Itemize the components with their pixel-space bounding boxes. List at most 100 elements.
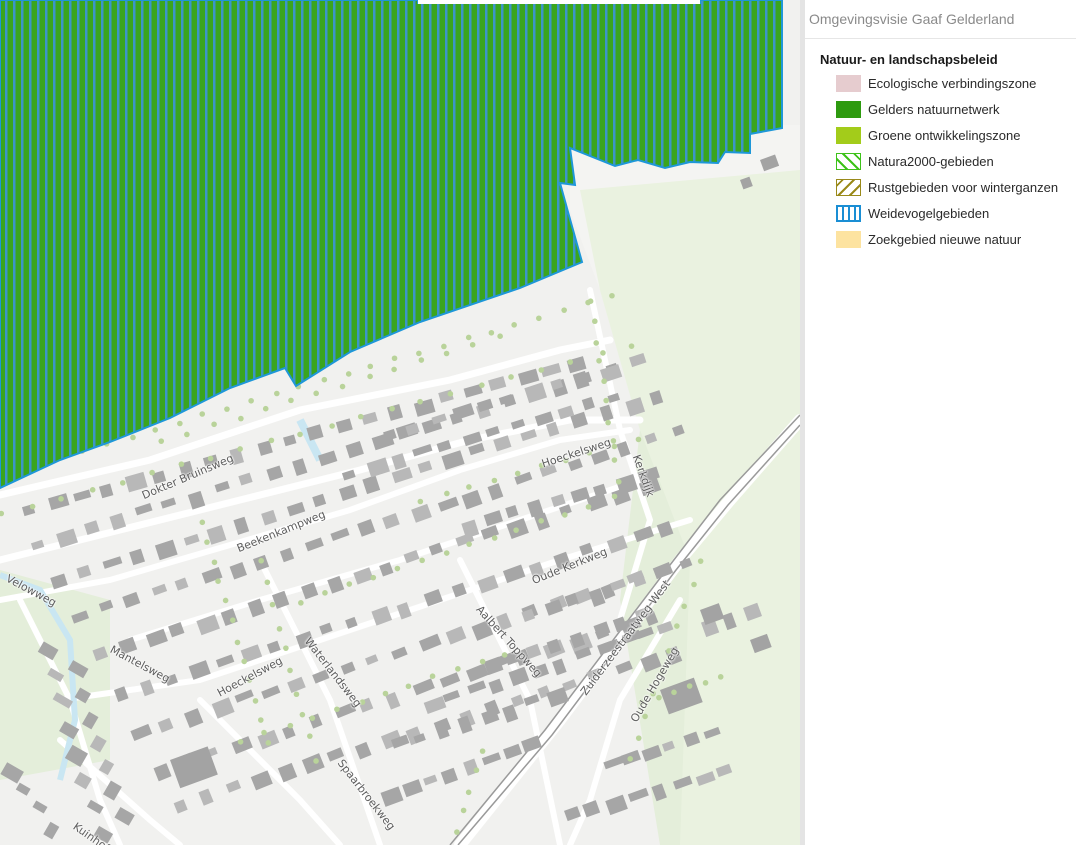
tree [702,680,709,686]
tree [334,706,340,713]
tree [211,421,217,428]
tree [417,498,424,505]
tree [261,729,267,736]
tree [321,376,328,383]
legend-item-weidevogelgebieden: Weidevogelgebieden [836,203,989,223]
tree [656,694,662,701]
tree [307,733,313,739]
tree [497,333,503,339]
panel-separator [805,38,1076,39]
tree [454,829,460,835]
weidevogelgebieden-swatch-icon [836,204,861,222]
tree [264,579,271,586]
tree [567,359,574,365]
tree [418,357,425,363]
tree [717,674,724,680]
tree [609,292,615,299]
panel-title: Omgevingsvisie Gaaf Gelderland [809,11,1015,27]
tree [238,415,244,422]
tree [204,539,210,545]
tree [184,431,190,438]
tree [536,315,542,322]
tree [538,367,545,373]
legend-label: Ecologische verbindingszone [868,75,1037,91]
tree [603,397,609,404]
tree [479,382,485,388]
tree [488,329,495,336]
tree [671,689,677,696]
tree [313,758,319,764]
tree [288,397,294,404]
legend-label: Rustgebieden voor winterganzen [868,179,1059,195]
legend-item-ecologische-verbindingszone: Ecologische verbindingszone [836,73,1036,93]
rustgebieden-swatch-icon [836,178,861,196]
tree [473,767,480,773]
tree [357,413,364,420]
tree [382,690,389,697]
tree [329,423,335,429]
natura2000-swatch-icon [836,152,861,170]
tree [615,479,622,485]
tree [405,683,412,690]
tree [635,436,642,443]
tree [276,626,283,632]
tree [441,343,447,350]
tree [252,698,259,704]
tree [293,691,300,698]
tree [501,652,508,658]
tree [152,427,159,433]
tree [538,517,544,524]
tree [513,527,519,533]
tree [479,748,486,754]
legend-item-natura2000: Natura2000-gebieden [836,151,994,171]
tree [491,535,498,541]
tree [628,343,635,349]
top-gap [418,0,700,4]
tree [561,307,567,313]
map-canvas[interactable] [0,0,800,845]
tree [600,350,606,356]
tree [429,673,436,679]
tree [322,590,328,596]
tree [339,383,346,390]
tree [562,512,568,518]
legend-label: Gelders natuurnetwerk [868,101,1000,117]
tree [345,371,352,377]
tree [262,405,269,412]
tree [297,431,303,438]
tree [674,623,680,629]
tree [389,405,395,412]
tree [269,601,276,608]
tree [479,658,486,665]
tree [274,390,280,397]
zoekgebied-swatch-icon [836,230,861,248]
tree [443,350,450,357]
tree [370,574,377,581]
tree [391,366,397,373]
tree [686,683,693,689]
tree [268,437,275,444]
tree [465,334,472,341]
tree [241,658,248,665]
tree [119,480,126,486]
tree [511,322,517,328]
tree [691,581,697,588]
tree [514,470,521,477]
tree [447,391,454,397]
tree [585,504,592,510]
tree [229,617,236,623]
tree [258,717,264,723]
tree [346,581,353,587]
legend-item-zoekgebied-nieuwe-natuur: Zoekgebied nieuwe natuur [836,229,1021,249]
tree [313,390,319,397]
tree [222,597,229,604]
map-view[interactable]: Dokter Bruinsweg Beekenkampweg Hoeckelsw… [0,0,800,845]
tree [627,755,634,762]
tree [601,378,607,385]
tree [596,357,602,364]
legend-label: Weidevogelgebieden [868,205,990,221]
tree [58,496,64,502]
tree [469,341,476,348]
tree [417,398,423,405]
tree [287,722,294,729]
